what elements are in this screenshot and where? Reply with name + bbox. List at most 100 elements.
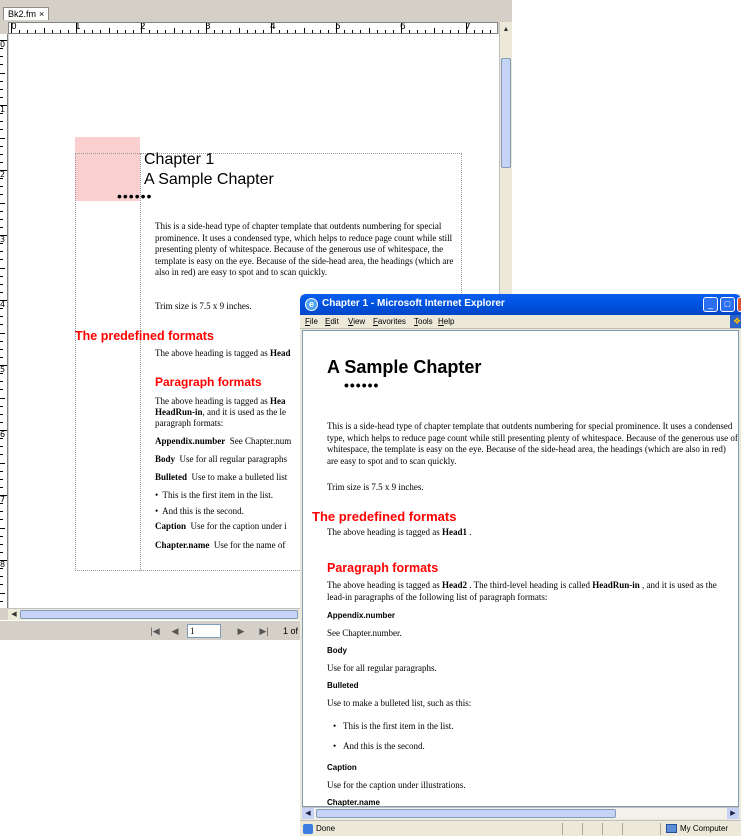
ruler-tick [287, 30, 289, 33]
menu-edit[interactable]: Edit [325, 316, 339, 328]
def-term: Chapter.name [327, 798, 380, 807]
ruler-tick [67, 30, 69, 33]
ruler-tick [474, 30, 476, 33]
menu-view[interactable]: View [348, 316, 365, 328]
ruler-tick [0, 275, 3, 277]
page-number-input[interactable]: 1 [187, 624, 221, 638]
scroll-left-icon[interactable]: ◀ [302, 808, 314, 819]
ruler-tick [384, 30, 386, 33]
title-dots: •••••• [344, 377, 380, 393]
menu-tools[interactable]: Tools [414, 316, 433, 328]
ruler-tick [262, 30, 264, 33]
ruler-tick [43, 28, 45, 33]
ruler-tick [0, 421, 3, 423]
ruler-tick [409, 30, 411, 33]
ruler-tick [392, 30, 394, 33]
trim-paragraph: Trim size is 7.5 x 9 inches. [327, 482, 424, 492]
ruler-tick [401, 23, 402, 33]
previous-page-icon[interactable]: ◀ [168, 624, 182, 638]
h1-note: The above heading is tagged as Head1 . [327, 527, 471, 539]
ruler-tick [0, 332, 5, 334]
def-desc: Use for the name of [213, 540, 286, 550]
ruler-tick [0, 454, 3, 456]
ruler-tick [0, 202, 5, 204]
heading-predefined-formats: The predefined formats [312, 509, 457, 524]
scroll-left-icon[interactable]: ◀ [8, 609, 20, 620]
def-term: Body [327, 646, 347, 655]
maximize-icon[interactable]: □ [720, 297, 735, 312]
menu-file[interactable]: File [305, 316, 318, 328]
def-term: Chapter.name [155, 540, 210, 550]
scroll-thumb[interactable] [501, 58, 511, 168]
scroll-right-icon[interactable]: ▶ [727, 808, 739, 819]
last-page-icon[interactable]: ▶| [256, 624, 272, 638]
ruler-tick [319, 30, 321, 33]
minimize-icon[interactable]: _ [703, 297, 718, 312]
ruler-tick [116, 30, 118, 33]
ruler-tick [92, 30, 94, 33]
ruler-tick [230, 30, 232, 33]
h2-note-line3: paragraph formats: [155, 418, 224, 428]
menu-favorites[interactable]: Favorites [373, 316, 406, 328]
next-page-icon[interactable]: ▶ [234, 624, 248, 638]
ruler-tick [0, 308, 3, 310]
ruler-tick [0, 137, 5, 139]
scroll-thumb[interactable] [20, 610, 298, 619]
window-title: Chapter 1 - Microsoft Internet Explorer [322, 298, 505, 309]
ruler-tick [0, 80, 3, 82]
def-body: Body Use for all regular paragraphs [155, 454, 287, 465]
trim-paragraph: Trim size is 7.5 x 9 inches. [155, 301, 252, 311]
ruler-tick [0, 145, 3, 147]
ruler-tick [157, 30, 159, 33]
h1-note-tag: Head [269, 348, 291, 358]
ruler-tick [0, 72, 5, 74]
h2-note-tag: Hea [269, 396, 286, 406]
title-bar[interactable]: e Chapter 1 - Microsoft Internet Explore… [300, 294, 741, 315]
horizontal-scrollbar[interactable]: ◀ ▶ [302, 807, 739, 819]
def-desc: See Chapter.num [229, 436, 292, 446]
scroll-thumb[interactable] [316, 809, 616, 818]
list-item: • And this is the second. [155, 506, 244, 516]
def-desc: See Chapter.number. [327, 628, 402, 638]
status-divider [660, 823, 661, 835]
horizontal-ruler: 0 1 2 3 4 5 6 7 [8, 22, 498, 34]
def-desc: Use for all regular paragraphs. [327, 663, 437, 673]
chapter-title: A Sample Chapter [144, 171, 274, 188]
h2-note-rest: , and it is used as the le [202, 407, 286, 417]
ruler-tick [0, 96, 3, 98]
status-divider [582, 823, 583, 835]
page-content[interactable]: A Sample Chapter •••••• This is a side-h… [302, 330, 739, 807]
def-desc: Use for the caption under illustrations. [327, 780, 466, 790]
ruler-tick [0, 40, 7, 41]
scroll-up-icon[interactable]: ▲ [500, 24, 512, 36]
document-tab-label: Bk2.fm [8, 9, 37, 19]
menu-help[interactable]: Help [438, 316, 454, 328]
ruler-tick [173, 28, 175, 33]
document-tab[interactable]: Bk2.fm × [3, 7, 50, 20]
ruler-tick [141, 23, 142, 33]
h1-note-tag: Head1 [441, 527, 467, 537]
ruler-tick [0, 486, 3, 488]
first-page-icon[interactable]: |◀ [148, 624, 162, 638]
status-text: Done [316, 824, 336, 833]
ruler-tick [59, 30, 61, 33]
ruler-tick [181, 30, 183, 33]
def-desc: Use for the caption under i [190, 521, 287, 531]
ruler-tick [0, 373, 3, 375]
ruler-tick [449, 30, 451, 33]
ruler-tick [222, 30, 224, 33]
ruler-tick [27, 30, 29, 33]
ruler-tick [0, 105, 7, 106]
ruler-tick [0, 88, 3, 90]
ruler-tick [132, 30, 134, 33]
ruler-tick [165, 30, 167, 33]
ruler-tick [490, 30, 492, 33]
def-caption: Caption Use for the caption under i [155, 521, 287, 532]
ruler-tick [0, 551, 3, 553]
close-icon[interactable]: × [737, 297, 741, 312]
ruler-tick [0, 356, 3, 358]
tab-close-icon[interactable]: × [39, 9, 44, 19]
h1-note-text: The above heading is tagged as [327, 527, 442, 537]
ruler-tick [336, 23, 337, 33]
ruler-tick [0, 430, 7, 431]
